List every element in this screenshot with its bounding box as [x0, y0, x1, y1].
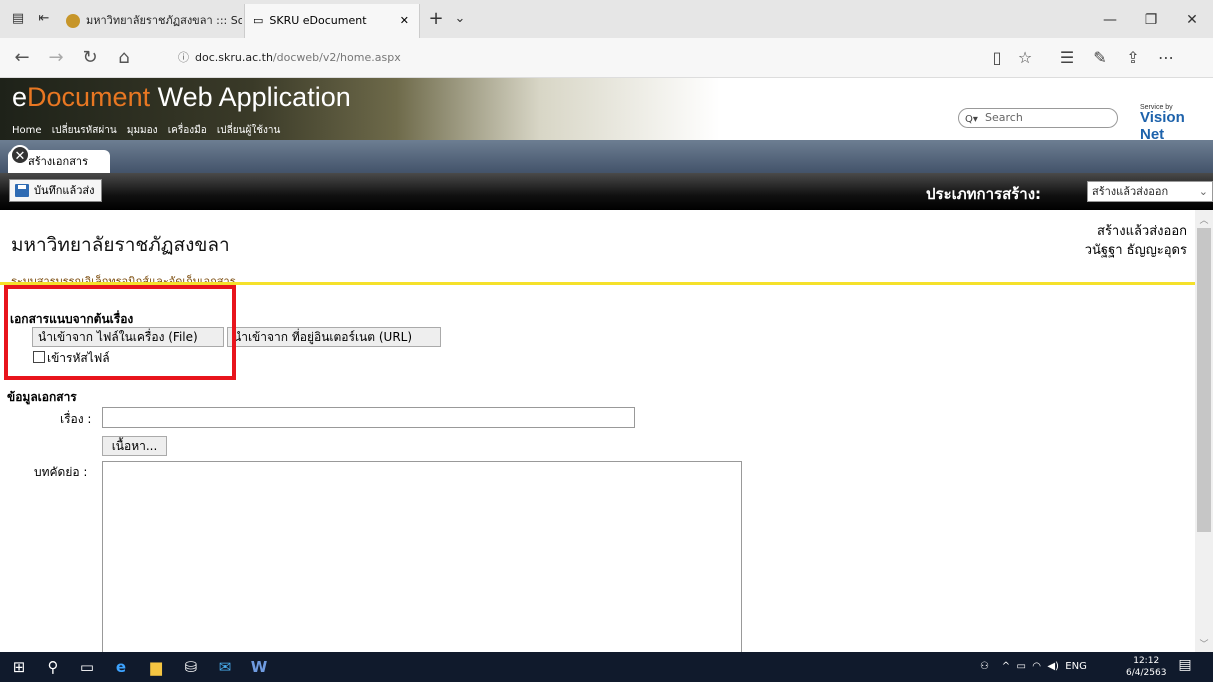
- notification-icon[interactable]: ▤: [1176, 657, 1194, 677]
- refresh-icon[interactable]: ↻: [76, 46, 104, 70]
- time: 12:12: [1133, 656, 1160, 666]
- close-document-icon[interactable]: ✕: [10, 145, 30, 165]
- scroll-thumb[interactable]: [1197, 228, 1211, 532]
- page-icon: ▭: [253, 14, 264, 27]
- tab-title: มหาวิทยาลัยราชภัฏสงขลา ::: So: [86, 14, 242, 27]
- edge-icon[interactable]: e: [110, 657, 132, 677]
- menu-switch-user[interactable]: เปลี่ยนผู้ใช้งาน: [217, 125, 280, 136]
- save-label: บันทึกแล้วส่ง: [34, 184, 95, 197]
- status-panel: สร้างแล้วส่งออก วนัฐฐา ธัญญะอุดร: [1085, 222, 1187, 260]
- menu-tools[interactable]: เครื่องมือ: [168, 125, 207, 136]
- top-menu: Home เปลี่ยนรหัสผ่าน มุมมอง เครื่องมือ เ…: [12, 123, 287, 138]
- search-icon[interactable]: ⚲: [42, 657, 64, 677]
- menu-view[interactable]: มุมมอง: [127, 125, 158, 136]
- browser-tab-1[interactable]: มหาวิทยาลัยราชภัฏสงขลา ::: So: [66, 4, 242, 38]
- action-toolbar: บันทึกแล้วส่ง ประเภทการสร้าง: สร้างแล้วส…: [0, 173, 1213, 210]
- file-explorer-icon[interactable]: ▆: [145, 657, 167, 677]
- new-tab-icon[interactable]: +: [428, 10, 444, 28]
- tab-list-chevron-icon[interactable]: ⌄: [452, 12, 468, 26]
- chevron-down-icon: ⌄: [1198, 185, 1208, 198]
- tab-actions-icon[interactable]: ▤: [10, 12, 26, 26]
- date: 6/4/2563: [1126, 668, 1167, 678]
- word-icon[interactable]: W: [248, 657, 270, 677]
- tab-title: SKRU eDocument: [269, 14, 367, 27]
- start-icon[interactable]: ⊞: [8, 657, 30, 677]
- save-and-send-button[interactable]: บันทึกแล้วส่ง: [9, 179, 102, 202]
- page-scrollbar[interactable]: ︿ ﹀: [1195, 210, 1213, 652]
- vendor-logo: Service by Vision Net: [1140, 104, 1210, 140]
- info-icon: ⓘ: [178, 51, 189, 64]
- search-icon: Q▾: [965, 114, 978, 125]
- creation-type-select[interactable]: สร้างแล้วส่งออก ⌄: [1087, 181, 1213, 202]
- subject-label: เรื่อง :: [60, 412, 92, 426]
- language-indicator[interactable]: ENG: [1065, 661, 1087, 672]
- task-view-icon[interactable]: ▭: [76, 657, 98, 677]
- forward-icon[interactable]: →: [42, 46, 70, 70]
- store-icon[interactable]: ⛁: [180, 657, 202, 677]
- mail-icon[interactable]: ✉: [214, 657, 236, 677]
- wifi-icon[interactable]: ◠: [1032, 661, 1041, 672]
- url-field[interactable]: ⓘ doc.skru.ac.th/docweb/v2/home.aspx: [178, 47, 978, 69]
- menu-change-password[interactable]: เปลี่ยนรหัสผ่าน: [52, 125, 117, 136]
- browser-tab-bar: ▤ ⇤ มหาวิทยาลัยราชภัฏสงขลา ::: So ▭ SKRU …: [0, 0, 1213, 38]
- save-icon: [15, 184, 29, 197]
- close-tab-icon[interactable]: ✕: [400, 4, 409, 38]
- favorites-list-icon[interactable]: ☰: [1054, 46, 1080, 70]
- clock[interactable]: 12:12 6/4/2563: [1126, 655, 1166, 679]
- address-bar: ← → ↻ ⌂ ⓘ doc.skru.ac.th/docweb/v2/home.a…: [0, 38, 1213, 78]
- back-icon[interactable]: ←: [8, 46, 36, 70]
- highlight-box: [4, 285, 236, 380]
- status-text: สร้างแล้วส่งออก: [1097, 224, 1187, 239]
- reading-view-icon[interactable]: ▯: [984, 46, 1010, 70]
- scroll-up-icon[interactable]: ︿: [1198, 213, 1210, 226]
- main-content: มหาวิทยาลัยราชภัฏสงขลา ระบบสารบรรณอิเล็ก…: [0, 210, 1195, 652]
- menu-home[interactable]: Home: [12, 125, 42, 136]
- search-placeholder: Search: [985, 111, 1023, 124]
- scroll-down-icon[interactable]: ﹀: [1198, 637, 1210, 650]
- import-url-button[interactable]: นำเข้าจาก ที่อยู่อินเตอร์เนต (URL): [227, 327, 441, 347]
- creation-type-label: ประเภทการสร้าง:: [926, 185, 1042, 203]
- tab-label: สร้างเอกสาร: [28, 155, 88, 168]
- site-favicon-icon: [66, 14, 80, 28]
- close-window-icon[interactable]: ✕: [1172, 8, 1212, 32]
- abstract-textarea[interactable]: [102, 461, 742, 652]
- pen-icon[interactable]: ✎: [1087, 46, 1113, 70]
- content-button[interactable]: เนื้อหา...: [102, 436, 167, 456]
- tray-chevron-icon[interactable]: ^: [1002, 661, 1010, 672]
- url-path: /docweb/v2/home.aspx: [272, 51, 401, 64]
- more-icon[interactable]: ⋯: [1153, 46, 1179, 70]
- abstract-label: บทคัดย่อ :: [34, 465, 88, 479]
- browser-tab-2[interactable]: ▭ SKRU eDocument ✕: [244, 4, 420, 38]
- battery-icon[interactable]: ▭: [1016, 661, 1025, 672]
- system-tray: ⚇ ^ ▭ ◠ ◀) ENG: [980, 661, 1087, 672]
- people-icon[interactable]: ⚇: [980, 661, 989, 672]
- home-icon[interactable]: ⌂: [110, 46, 138, 70]
- subject-field[interactable]: [102, 407, 635, 428]
- minimize-icon[interactable]: —: [1090, 8, 1130, 32]
- app-banner: eDocument Web Application Home เปลี่ยนรห…: [0, 78, 1213, 140]
- favorite-star-icon[interactable]: ☆: [1012, 46, 1038, 70]
- url-domain: doc.skru.ac.th: [195, 51, 273, 64]
- page-title: มหาวิทยาลัยราชภัฏสงขลา: [11, 234, 230, 256]
- title-prefix: e: [12, 82, 28, 112]
- title-emphasis: Document: [27, 82, 151, 112]
- title-rest: Web Application: [150, 82, 351, 112]
- creation-type-value: สร้างแล้วส่งออก: [1092, 185, 1169, 198]
- windows-taskbar: ⊞ ⚲ ▭ e ▆ ⛁ ✉ W ⚇ ^ ▭ ◠ ◀) ENG 12:12 6/4…: [0, 652, 1213, 682]
- vendor-name: Vision Net: [1140, 109, 1185, 140]
- set-aside-tabs-icon[interactable]: ⇤: [36, 12, 52, 26]
- restore-icon[interactable]: ❐: [1131, 8, 1171, 32]
- app-title: eDocument Web Application: [12, 82, 351, 113]
- share-icon[interactable]: ⇪: [1120, 46, 1146, 70]
- document-tab-strip: สร้างเอกสาร: [0, 140, 1213, 173]
- search-input[interactable]: Q▾ Search: [958, 108, 1118, 128]
- user-name: วนัฐฐา ธัญญะอุดร: [1084, 243, 1187, 258]
- volume-icon[interactable]: ◀): [1047, 661, 1059, 672]
- document-info-heading: ข้อมูลเอกสาร: [7, 390, 77, 404]
